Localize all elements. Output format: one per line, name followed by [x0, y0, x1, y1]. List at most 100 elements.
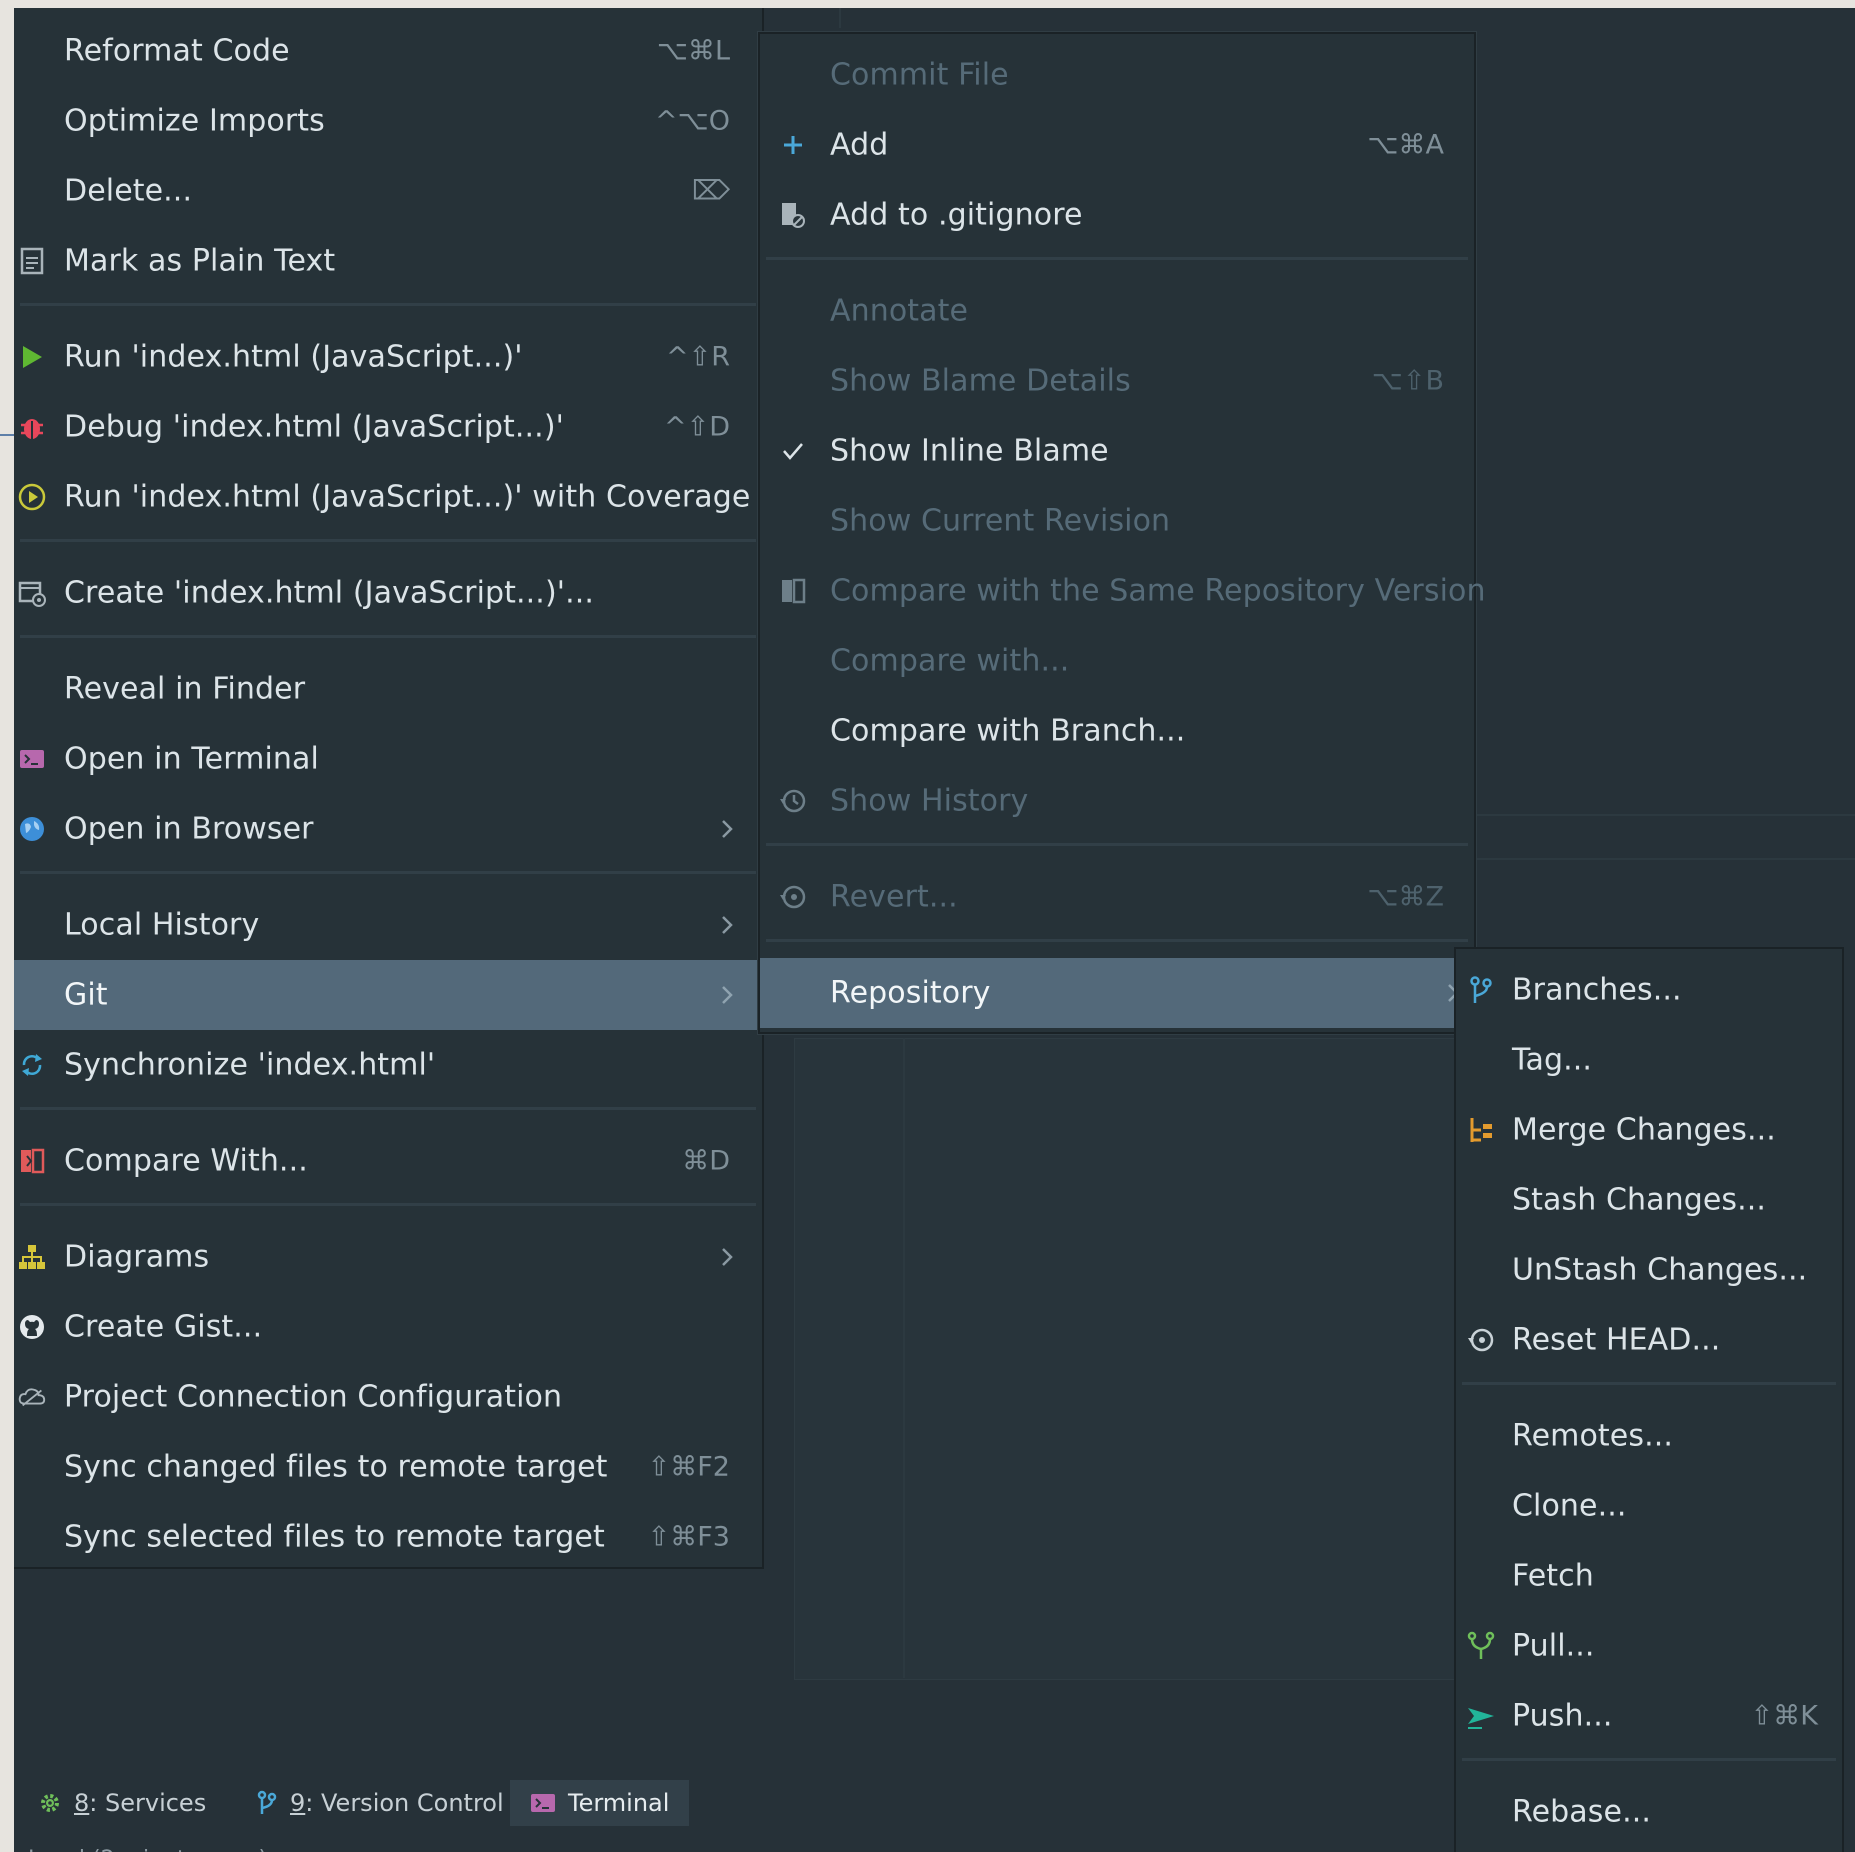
- ide-window: Reformat Code ⌥⌘L Optimize Imports ^⌥O D…: [14, 8, 1855, 1852]
- menu-item-shortcut: ⌘D: [682, 1145, 730, 1177]
- chevron-right-icon: [722, 820, 733, 838]
- menu-separator: [20, 1107, 756, 1110]
- menu-item-label: Show Blame Details: [830, 363, 1131, 399]
- context-menu: Reformat Code ⌥⌘L Optimize Imports ^⌥O D…: [14, 8, 764, 1569]
- plus-icon: [778, 130, 808, 160]
- branch-icon: [257, 1790, 277, 1814]
- menu-item-synchronize[interactable]: Synchronize 'index.html': [14, 1030, 762, 1100]
- background-panel: [794, 1038, 1476, 1680]
- menu-item-reformat-code[interactable]: Reformat Code ⌥⌘L: [14, 16, 762, 86]
- menu-item-shortcut: ^⇧D: [663, 411, 730, 443]
- menu-item-fetch[interactable]: Fetch: [1456, 1541, 1842, 1611]
- menu-item-show-blame-details[interactable]: Show Blame Details ⌥⇧B: [760, 346, 1474, 416]
- menu-item-tag[interactable]: Tag...: [1456, 1025, 1842, 1095]
- diagrams-icon: [17, 1242, 47, 1272]
- menu-item-label: Clone...: [1512, 1488, 1627, 1524]
- pull-icon: [1466, 1631, 1496, 1661]
- chevron-right-icon: [722, 916, 733, 934]
- menu-item-remotes[interactable]: Remotes...: [1456, 1401, 1842, 1471]
- coverage-icon: [17, 482, 47, 512]
- menu-item-label: Add to .gitignore: [830, 197, 1083, 233]
- menu-item-label: Compare with Branch...: [830, 713, 1186, 749]
- menu-item-stash-changes[interactable]: Stash Changes...: [1456, 1165, 1842, 1235]
- tool-window-label: Terminal: [568, 1789, 670, 1817]
- menu-item-branches[interactable]: Branches...: [1456, 955, 1842, 1025]
- menu-item-optimize-imports[interactable]: Optimize Imports ^⌥O: [14, 86, 762, 156]
- menu-item-label: Reveal in Finder: [64, 671, 306, 707]
- gear-icon: [41, 1794, 59, 1812]
- push-icon: [1466, 1701, 1496, 1731]
- checkmark-icon: [778, 436, 808, 466]
- menu-item-show-history[interactable]: Show History: [760, 766, 1474, 836]
- plain-text-icon: [17, 246, 47, 276]
- menu-separator: [20, 303, 756, 306]
- menu-item-label: Sync selected files to remote target: [64, 1519, 605, 1555]
- menu-item-rebase[interactable]: Rebase...: [1456, 1777, 1842, 1847]
- tool-window-terminal[interactable]: Terminal: [510, 1780, 690, 1826]
- menu-item-compare-with[interactable]: Compare with...: [760, 626, 1474, 696]
- tool-window-services[interactable]: 8: Services: [38, 1780, 206, 1826]
- menu-item-open-in-terminal[interactable]: Open in Terminal: [14, 724, 762, 794]
- menu-item-mark-as-plain-text[interactable]: Mark as Plain Text: [14, 226, 762, 296]
- menu-item-annotate[interactable]: Annotate: [760, 276, 1474, 346]
- menu-item-pull[interactable]: Pull...: [1456, 1611, 1842, 1681]
- menu-item-label: Fetch: [1512, 1558, 1594, 1594]
- tool-window-shortcut-number: 9: [290, 1789, 306, 1817]
- editor-divider: [903, 1038, 905, 1678]
- menu-item-label: Open in Browser: [64, 811, 314, 847]
- menu-item-local-history[interactable]: Local History: [14, 890, 762, 960]
- menu-item-debug[interactable]: Debug 'index.html (JavaScript...)' ^⇧D: [14, 392, 762, 462]
- menu-item-sync-changed-files[interactable]: Sync changed files to remote target ⇧⌘F2: [14, 1432, 762, 1502]
- menu-item-show-current-revision[interactable]: Show Current Revision: [760, 486, 1474, 556]
- menu-separator: [20, 539, 756, 542]
- status-text: Local (2 minutes ago): [28, 1844, 267, 1852]
- menu-item-add[interactable]: Add ⌥⌘A: [760, 110, 1474, 180]
- menu-item-open-in-browser[interactable]: Open in Browser: [14, 794, 762, 864]
- create-config-icon: [17, 578, 47, 608]
- tool-window-version-control[interactable]: 9: Version Control: [256, 1780, 504, 1826]
- editor-divider: [1474, 814, 1855, 816]
- menu-item-show-inline-blame[interactable]: Show Inline Blame: [760, 416, 1474, 486]
- menu-item-label: Reformat Code: [64, 33, 290, 69]
- menu-item-diagrams[interactable]: Diagrams: [14, 1222, 762, 1292]
- menu-item-push[interactable]: Push... ⇧⌘K: [1456, 1681, 1842, 1751]
- menu-item-revert[interactable]: Revert... ⌥⌘Z: [760, 862, 1474, 932]
- menu-item-label: Delete...: [64, 173, 193, 209]
- menu-item-label: Create 'index.html (JavaScript...)'...: [64, 575, 595, 611]
- menu-item-reveal-in-finder[interactable]: Reveal in Finder: [14, 654, 762, 724]
- menu-item-create-gist[interactable]: Create Gist...: [14, 1292, 762, 1362]
- branch-icon: [1466, 975, 1496, 1005]
- tool-window-bar: 8: Services 9: Version Control Terminal: [28, 1780, 788, 1826]
- menu-item-run-with-coverage[interactable]: Run 'index.html (JavaScript...)' with Co…: [14, 462, 762, 532]
- menu-item-add-to-gitignore[interactable]: Add to .gitignore: [760, 180, 1474, 250]
- menu-item-git[interactable]: Git: [14, 960, 762, 1030]
- menu-item-shortcut: ⌦: [691, 175, 730, 207]
- menu-item-merge-changes[interactable]: Merge Changes...: [1456, 1095, 1842, 1165]
- menu-item-compare-same-repository-version[interactable]: Compare with the Same Repository Version: [760, 556, 1485, 626]
- debug-icon: [17, 412, 47, 442]
- compare-icon: [17, 1146, 47, 1176]
- github-icon: [17, 1312, 47, 1342]
- menu-item-create-configuration[interactable]: Create 'index.html (JavaScript...)'...: [14, 558, 762, 628]
- menu-item-label: Show Inline Blame: [830, 433, 1109, 469]
- menu-item-project-connection-configuration[interactable]: Project Connection Configuration: [14, 1362, 762, 1432]
- menu-item-unstash-changes[interactable]: UnStash Changes...: [1456, 1235, 1842, 1305]
- menu-item-label: Stash Changes...: [1512, 1182, 1767, 1218]
- menu-item-compare-with-branch[interactable]: Compare with Branch...: [760, 696, 1474, 766]
- menu-item-clone[interactable]: Clone...: [1456, 1471, 1842, 1541]
- menu-item-label: Rebase...: [1512, 1794, 1651, 1830]
- merge-icon: [1466, 1115, 1496, 1145]
- menu-item-label: Show History: [830, 783, 1029, 819]
- menu-item-repository[interactable]: Repository: [760, 958, 1474, 1028]
- menu-item-run[interactable]: Run 'index.html (JavaScript...)' ^⇧R: [14, 322, 762, 392]
- menu-item-delete[interactable]: Delete... ⌦: [14, 156, 762, 226]
- gitignore-icon: [778, 200, 808, 230]
- menu-item-label: Sync changed files to remote target: [64, 1449, 608, 1485]
- menu-item-sync-selected-files[interactable]: Sync selected files to remote target ⇧⌘F…: [14, 1502, 762, 1572]
- menu-item-label: Reset HEAD...: [1512, 1322, 1721, 1358]
- menu-item-reset-head[interactable]: Reset HEAD...: [1456, 1305, 1842, 1375]
- menu-item-compare-with[interactable]: Compare With... ⌘D: [14, 1126, 762, 1196]
- menu-separator: [20, 871, 756, 874]
- menu-item-commit-file[interactable]: Commit File: [760, 40, 1474, 110]
- sync-icon: [17, 1050, 47, 1080]
